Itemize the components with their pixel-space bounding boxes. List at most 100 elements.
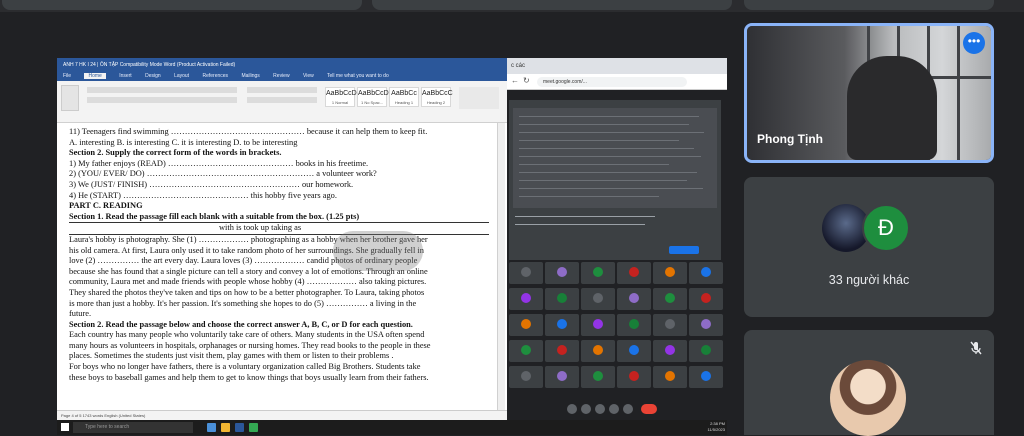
doc-heading: Section 2. Supply the correct form of th… <box>69 148 282 158</box>
participant-thumbnail[interactable] <box>617 340 651 362</box>
avatar <box>701 345 711 355</box>
participant-thumbnail[interactable] <box>545 314 579 336</box>
paragraph-align-controls[interactable] <box>247 97 317 103</box>
font-controls[interactable] <box>87 87 237 93</box>
participant-thumbnail[interactable] <box>617 366 651 388</box>
clock-date: 11/5/2023 <box>707 427 726 432</box>
chrome-tab[interactable]: c các <box>511 63 525 69</box>
participant-thumbnail[interactable] <box>581 340 615 362</box>
inner-action-button[interactable] <box>669 246 699 254</box>
more-options-icon[interactable]: ••• <box>963 32 985 54</box>
avatar <box>521 345 531 355</box>
inner-document-thumbnail <box>513 108 717 208</box>
reaction-button[interactable] <box>609 404 619 414</box>
avatar <box>521 267 531 277</box>
reload-icon[interactable]: ↻ <box>523 77 531 85</box>
participant-thumbnail[interactable] <box>689 314 723 336</box>
tab-home[interactable]: Home <box>84 73 106 79</box>
tab-insert[interactable]: Insert <box>119 73 132 79</box>
avatar <box>521 371 531 381</box>
taskbar-search-box[interactable]: Type here to search <box>73 422 193 433</box>
top-tile[interactable] <box>2 0 362 10</box>
font-format-controls[interactable] <box>87 97 237 103</box>
document-scrollbar[interactable] <box>497 123 505 410</box>
participant-thumbnail[interactable] <box>581 262 615 284</box>
participant-thumbnail[interactable] <box>509 262 543 284</box>
avatar <box>629 267 639 277</box>
share-overlay-controls[interactable] <box>333 231 423 271</box>
chrome-tab-strip[interactable]: c các <box>507 58 727 74</box>
tab-review[interactable]: Review <box>273 73 289 79</box>
windows-start-icon[interactable] <box>61 423 69 431</box>
participant-thumbnail[interactable] <box>509 288 543 310</box>
doc-line: Each country has many people who volunta… <box>69 330 425 340</box>
participant-thumbnail[interactable] <box>545 288 579 310</box>
file-explorer-icon[interactable] <box>221 423 230 432</box>
tab-view[interactable]: View <box>303 73 314 79</box>
back-icon[interactable]: ← <box>511 77 519 85</box>
avatar <box>665 371 675 381</box>
avatar <box>701 267 711 277</box>
participant-thumbnail[interactable] <box>509 366 543 388</box>
participant-tile-phong-tinh[interactable]: Phong Tịnh ••• <box>744 23 994 163</box>
tab-design[interactable]: Design <box>145 73 161 79</box>
doc-heading: Section 1. Read the passage fill each bl… <box>69 211 360 221</box>
participant-thumbnail[interactable] <box>617 262 651 284</box>
doc-line: many hours as volunteers in hospitals, o… <box>69 340 431 350</box>
task-view-icon[interactable] <box>207 423 216 432</box>
participant-thumbnail[interactable] <box>653 314 687 336</box>
tab-layout[interactable]: Layout <box>174 73 189 79</box>
word-document-page[interactable]: 11) Teenagers find swimming ………………………………… <box>57 123 497 410</box>
more-button[interactable] <box>623 404 633 414</box>
participant-thumbnail[interactable] <box>653 262 687 284</box>
chrome-window[interactable]: c các ← ↻ meet.google.com/... <box>507 58 727 420</box>
word-taskbar-icon[interactable] <box>235 423 244 432</box>
top-participant-strip <box>0 0 1024 12</box>
style-normal[interactable]: AaBbCcDc 1 Normal <box>325 87 360 107</box>
camera-button[interactable] <box>581 404 591 414</box>
top-tile[interactable] <box>744 0 994 10</box>
tell-me-search[interactable]: Tell me what you want to do <box>327 73 389 79</box>
participant-thumbnail[interactable] <box>689 366 723 388</box>
participant-thumbnail[interactable] <box>581 366 615 388</box>
participant-thumbnail[interactable] <box>653 340 687 362</box>
paragraph-controls[interactable] <box>247 87 317 93</box>
participant-thumbnail[interactable] <box>581 288 615 310</box>
screen-share-presentation[interactable]: ANH 7 HK I 24 | ÔN TẬP Compatibility Mod… <box>57 58 727 420</box>
participant-thumbnail[interactable] <box>545 262 579 284</box>
leave-call-button[interactable] <box>641 404 657 414</box>
chrome-taskbar-icon[interactable] <box>249 423 258 432</box>
participant-thumbnail[interactable] <box>617 288 651 310</box>
tab-mailings[interactable]: Mailings <box>241 73 259 79</box>
participant-thumbnail[interactable] <box>689 340 723 362</box>
style-heading-2[interactable]: AaBbCcC Heading 2 <box>421 87 453 107</box>
top-tile[interactable] <box>372 0 732 10</box>
doc-line: love (2) …………… the art every day. Laura … <box>69 256 418 266</box>
doc-line: 4) He (START) ……………………………………… this hobby… <box>69 190 337 200</box>
participant-tile-self[interactable] <box>744 330 994 436</box>
participant-thumbnail[interactable] <box>509 340 543 362</box>
participant-video-person <box>847 56 937 160</box>
tab-file[interactable]: File <box>63 73 71 79</box>
editing-group[interactable] <box>459 87 499 109</box>
participant-tile-others[interactable]: Đ 33 người khác <box>744 177 994 317</box>
participant-thumbnail[interactable] <box>509 314 543 336</box>
participant-thumbnail[interactable] <box>689 288 723 310</box>
chrome-address-bar[interactable]: meet.google.com/... <box>537 77 687 87</box>
avatar <box>557 345 567 355</box>
participant-thumbnail[interactable] <box>545 340 579 362</box>
participant-thumbnail[interactable] <box>653 366 687 388</box>
paste-icon[interactable] <box>61 85 79 111</box>
present-button[interactable] <box>595 404 605 414</box>
mic-button[interactable] <box>567 404 577 414</box>
participant-thumbnail[interactable] <box>689 262 723 284</box>
participant-thumbnail[interactable] <box>581 314 615 336</box>
inner-text-line <box>519 188 703 189</box>
doc-line: these boys to baseball games and help th… <box>69 372 429 382</box>
participant-thumbnail[interactable] <box>617 314 651 336</box>
style-no-spacing[interactable]: AaBbCcDc 1 No Spac... <box>357 87 392 107</box>
participant-thumbnail[interactable] <box>545 366 579 388</box>
style-heading-1[interactable]: AaBbCc Heading 1 <box>389 87 419 107</box>
tab-references[interactable]: References <box>202 73 228 79</box>
participant-thumbnail[interactable] <box>653 288 687 310</box>
